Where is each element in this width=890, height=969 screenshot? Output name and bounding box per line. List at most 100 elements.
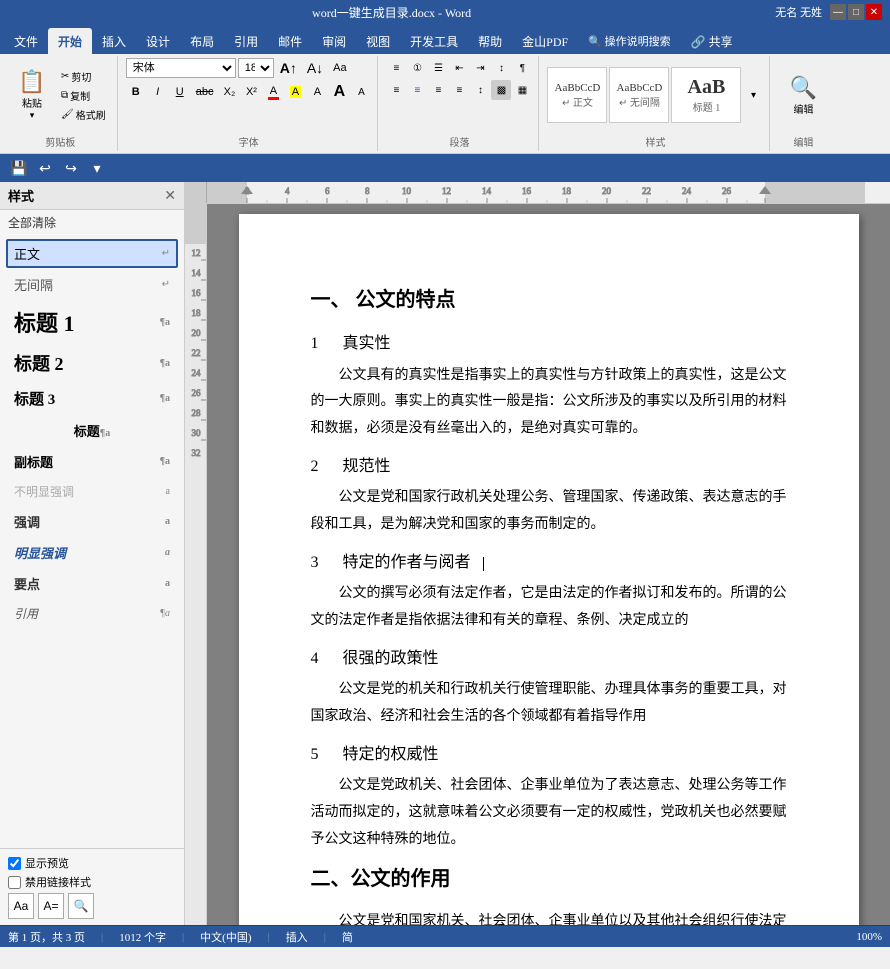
style-list-item-zhengwen[interactable]: 正文↵ xyxy=(6,239,178,268)
style-list-item-qiangdiao[interactable]: 强调a xyxy=(6,507,178,536)
new-style-btn[interactable]: Aa xyxy=(8,893,34,919)
page-scroll[interactable]: 一、 公文的特点1真实性公文具有的真实性是指事实上的真实性与方针政策上的真实性，… xyxy=(207,204,890,925)
indent-increase-btn[interactable]: ⇥ xyxy=(470,58,490,78)
manage-styles-btn[interactable]: A= xyxy=(38,893,64,919)
indent-decrease-btn[interactable]: ⇤ xyxy=(449,58,469,78)
superscript-button[interactable]: X² xyxy=(241,82,261,102)
svg-text:10: 10 xyxy=(402,186,412,196)
line-spacing-btn[interactable]: ↕ xyxy=(470,80,490,100)
show-preview-checkbox[interactable] xyxy=(8,857,21,870)
font-size-select[interactable]: 18 xyxy=(238,58,274,78)
increase-font-btn[interactable]: A↑ xyxy=(276,58,301,78)
minimize-btn[interactable]: — xyxy=(830,4,846,20)
close-btn[interactable]: ✕ xyxy=(866,4,882,20)
tab-devtools[interactable]: 开发工具 xyxy=(400,28,468,54)
tab-home[interactable]: 开始 xyxy=(48,28,92,54)
redo-qa-btn[interactable]: ↪ xyxy=(60,157,82,179)
copy-button[interactable]: ⧉ 复制 xyxy=(56,86,111,104)
style-list-item-yaodian[interactable]: 要点a xyxy=(6,569,178,598)
paste-button[interactable]: 📋 粘贴 ▾ xyxy=(10,65,54,125)
disable-link-checkbox[interactable] xyxy=(8,876,21,889)
font-shade-btn[interactable]: A xyxy=(307,82,327,102)
more-qa-btn[interactable]: ▾ xyxy=(86,157,108,179)
border-btn[interactable]: ▦ xyxy=(512,80,532,100)
style-list-item-biaoti3[interactable]: 标题 3¶a xyxy=(6,383,178,414)
tab-search[interactable]: 🔍 操作说明搜索 xyxy=(578,28,680,54)
strikethrough-button[interactable]: abc xyxy=(192,82,218,102)
style-h1-item[interactable]: AaB 标题 1 xyxy=(671,67,741,123)
style-list-item-biaoti1[interactable]: 标题 1¶a xyxy=(6,301,178,343)
style-normal-item[interactable]: AaBbCcD ↵ 正文 xyxy=(547,67,607,123)
font-highlight-btn[interactable]: A xyxy=(285,82,305,102)
clear-all-styles-btn[interactable]: 全部清除 xyxy=(0,210,184,235)
ruler-corner xyxy=(185,182,207,203)
tab-insert[interactable]: 插入 xyxy=(92,28,136,54)
svg-text:14: 14 xyxy=(192,268,202,278)
tab-view[interactable]: 视图 xyxy=(356,28,400,54)
paste-dropdown-icon[interactable]: ▾ xyxy=(30,110,35,121)
list-bullet-btn[interactable]: ≡ xyxy=(386,58,406,78)
svg-text:22: 22 xyxy=(642,186,651,196)
font-family-select[interactable]: 宋体 xyxy=(126,58,236,78)
style-list-item-fubiaoti[interactable]: 副标题¶a xyxy=(6,447,178,476)
tab-layout[interactable]: 布局 xyxy=(180,28,224,54)
tab-file[interactable]: 文件 xyxy=(4,28,48,54)
style-list-item-biaoti2[interactable]: 标题 2¶a xyxy=(6,345,178,381)
win-controls: — □ ✕ xyxy=(830,4,882,20)
tab-share[interactable]: 🔗 共享 xyxy=(681,28,743,54)
tab-help[interactable]: 帮助 xyxy=(468,28,512,54)
doc-heading1: 一、 公文的特点 xyxy=(311,282,787,318)
save-qa-btn[interactable]: 💾 xyxy=(8,157,30,179)
justify-btn[interactable]: ≡ xyxy=(449,80,469,100)
doc-section-title: 1真实性 xyxy=(311,330,787,359)
shading-btn[interactable]: ▩ xyxy=(491,80,511,100)
list-number-btn[interactable]: ① xyxy=(407,58,427,78)
subscript-button[interactable]: X₂ xyxy=(219,82,239,102)
style-list-item-mingxian[interactable]: 明显强调a xyxy=(6,538,178,567)
style-inspector-btn[interactable]: 🔍 xyxy=(68,893,94,919)
bold-button[interactable]: B xyxy=(126,82,146,102)
clear-format-btn[interactable]: Aa xyxy=(329,58,350,78)
styles-ribbon-group: AaBbCcD ↵ 正文 AaBbCcD ↵ 无间隔 AaB 标题 1 ▾ 样式 xyxy=(541,56,770,151)
style-list-item-yinyong[interactable]: 引用¶a xyxy=(6,600,178,627)
style-list-item-bumingxian[interactable]: 不明显强调a xyxy=(6,478,178,505)
doc-paragraph: 公文是党的机关和行政机关行使管理职能、办理具体事务的重要工具，对国家政治、经济和… xyxy=(311,677,787,730)
user-info: 无名 无姓 xyxy=(775,4,822,20)
tab-design[interactable]: 设计 xyxy=(136,28,180,54)
list-multi-btn[interactable]: ☰ xyxy=(428,58,448,78)
maximize-btn[interactable]: □ xyxy=(848,4,864,20)
svg-text:4: 4 xyxy=(285,186,290,196)
styles-panel-close-btn[interactable]: ✕ xyxy=(164,187,176,204)
doc-section-title: 3特定的作者与阅者 xyxy=(311,549,787,578)
font-color-btn[interactable]: A xyxy=(263,82,283,102)
tab-mail[interactable]: 邮件 xyxy=(268,28,312,54)
language: 中文(中国) xyxy=(200,929,251,945)
styles-list: 正文↵无间隔↵标题 1¶a标题 2¶a标题 3¶a标题¶a副标题¶a不明显强调a… xyxy=(0,235,184,848)
clipboard-group: 📋 粘贴 ▾ ✂ 剪切 ⧉ 复制 🖌 格式刷 剪贴板 xyxy=(4,56,118,151)
doc-paragraph: 公文的撰写必须有法定作者，它是由法定的作者拟订和发布的。所谓的公文的法定作者是指… xyxy=(311,581,787,634)
search-icon: 🔍 xyxy=(790,75,817,101)
align-center-btn[interactable]: ≡ xyxy=(407,80,427,100)
style-list-item-wujianxi[interactable]: 无间隔↵ xyxy=(6,270,178,299)
sort-btn[interactable]: ↕ xyxy=(491,58,511,78)
find-replace-btn[interactable]: 🔍 编辑 xyxy=(778,65,828,125)
show-hide-btn[interactable]: ¶ xyxy=(512,58,532,78)
show-preview-checkbox-label[interactable]: 显示预览 xyxy=(8,855,176,871)
italic-button[interactable]: I xyxy=(148,82,168,102)
tab-pdf[interactable]: 金山PDF xyxy=(512,28,578,54)
font-size-a-small[interactable]: A xyxy=(351,82,371,102)
decrease-font-btn[interactable]: A↓ xyxy=(303,58,327,78)
format-painter-button[interactable]: 🖌 格式刷 xyxy=(56,105,111,123)
undo-qa-btn[interactable]: ↩ xyxy=(34,157,56,179)
underline-button[interactable]: U xyxy=(170,82,190,102)
align-right-btn[interactable]: ≡ xyxy=(428,80,448,100)
cut-button[interactable]: ✂ 剪切 xyxy=(56,67,111,85)
font-size-a-big[interactable]: A xyxy=(329,82,349,102)
tab-reference[interactable]: 引用 xyxy=(224,28,268,54)
style-nospace-item[interactable]: AaBbCcD ↵ 无间隔 xyxy=(609,67,669,123)
style-list-item-biaoti[interactable]: 标题¶a xyxy=(6,416,178,445)
disable-link-checkbox-label[interactable]: 禁用链接样式 xyxy=(8,874,176,890)
styles-more-btn[interactable]: ▾ xyxy=(743,85,763,105)
align-left-btn[interactable]: ≡ xyxy=(386,80,406,100)
tab-review[interactable]: 审阅 xyxy=(312,28,356,54)
